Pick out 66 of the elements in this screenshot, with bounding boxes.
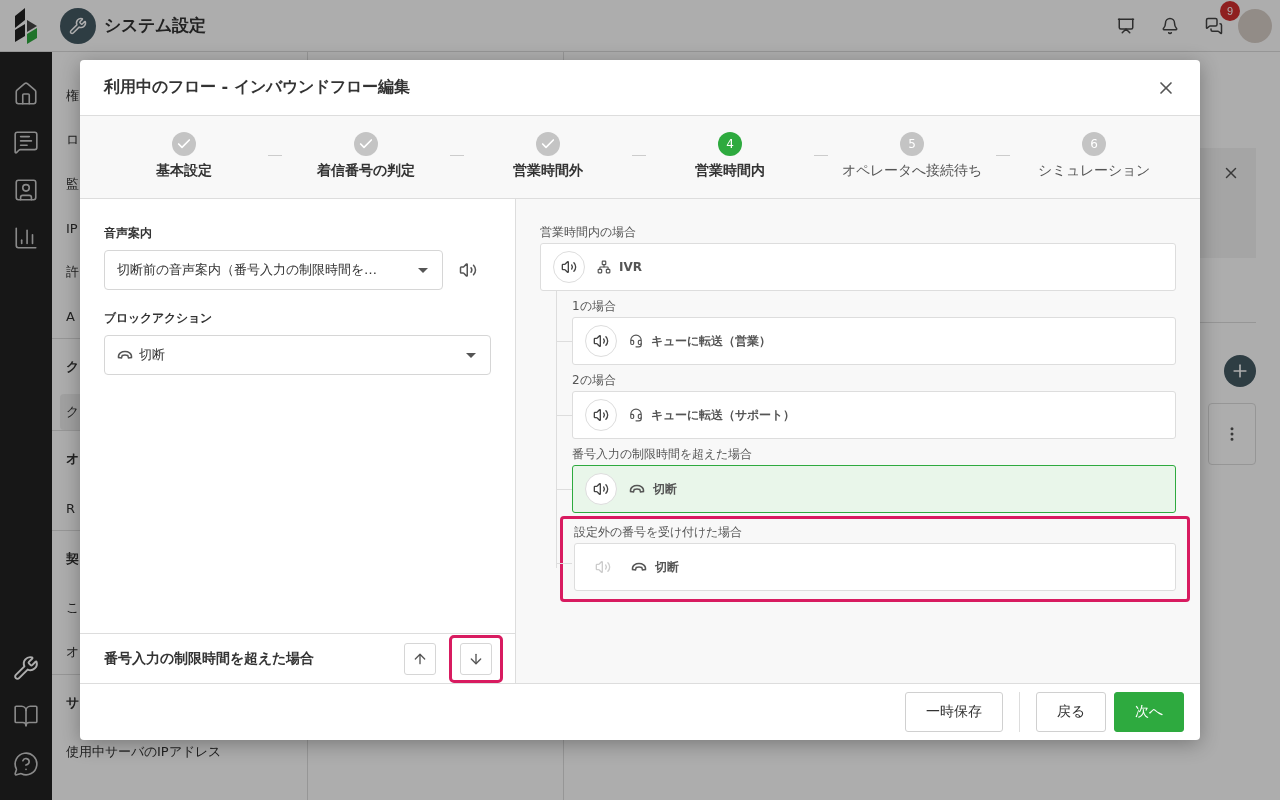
flow-card[interactable]: IVR xyxy=(540,243,1176,291)
receiver-icon xyxy=(629,484,645,494)
headset-icon xyxy=(629,408,643,422)
footer-button[interactable]: 戻る xyxy=(1036,692,1106,732)
action-text: キューに転送（サポート） xyxy=(651,406,795,424)
wrench-icon xyxy=(13,655,39,681)
move-up-button[interactable] xyxy=(404,642,436,675)
count-badge: 9 xyxy=(1220,0,1240,21)
receiver-icon xyxy=(117,350,133,360)
action-text: キューに転送（営業） xyxy=(651,332,771,350)
flow-card[interactable]: キューに転送（営業） xyxy=(572,317,1176,365)
flow-card[interactable]: 切断 xyxy=(572,465,1176,513)
add-button[interactable] xyxy=(1224,355,1256,387)
step-indicator: 5 xyxy=(900,132,924,156)
voice-guidance-select[interactable]: 切断前の音声案内（番号入力の制限時間を… xyxy=(104,250,443,290)
message-icon xyxy=(13,129,39,155)
speaker-icon xyxy=(561,259,577,275)
flow-card[interactable]: キューに転送（サポート） xyxy=(572,391,1176,439)
speaker-icon xyxy=(593,407,609,423)
condition-label: 設定外の番号を受け付けた場合 xyxy=(574,523,743,541)
chat-bubbles-icon xyxy=(1205,16,1223,35)
speaker-button[interactable] xyxy=(459,261,477,279)
dialog-title: 利用中のフロー - インバウンドフロー編集 xyxy=(104,77,411,98)
field-label: ブロックアクション xyxy=(104,310,213,327)
step-label[interactable]: シミュレーション xyxy=(1038,162,1150,180)
headset-icon xyxy=(629,334,643,348)
chart-icon xyxy=(13,225,39,251)
page-title: システム設定 xyxy=(104,14,207,37)
contact-card-icon xyxy=(13,177,39,203)
home-icon xyxy=(13,81,39,107)
speaker-icon xyxy=(595,559,611,575)
condition-label: 番号入力の制限時間を超えた場合 xyxy=(572,445,753,463)
speaker-button[interactable] xyxy=(585,399,617,431)
speaker-icon xyxy=(459,261,477,279)
action-text: IVR xyxy=(619,260,642,274)
speaker-button[interactable] xyxy=(585,473,617,505)
block-action-select[interactable]: 切断 xyxy=(104,335,491,375)
condition-label: 2の場合 xyxy=(572,371,617,389)
step-label[interactable]: オペレータへ接続待ち xyxy=(842,162,982,180)
step-label[interactable]: 営業時間内 xyxy=(695,162,765,180)
field-label: 音声案内 xyxy=(104,225,153,242)
flow-card[interactable]: 切断 xyxy=(574,543,1176,591)
speaker-icon xyxy=(593,481,609,497)
bell-icon xyxy=(1161,16,1179,35)
condition-label: 1の場合 xyxy=(572,297,617,315)
book-icon xyxy=(13,703,39,729)
step-indicator: 6 xyxy=(1082,132,1106,156)
step-label[interactable]: 基本設定 xyxy=(156,162,212,180)
action-text: 切断 xyxy=(653,480,677,498)
condition-label: 営業時間内の場合 xyxy=(540,223,637,241)
step-label[interactable]: 営業時間外 xyxy=(513,162,583,180)
speaker-icon xyxy=(593,333,609,349)
step-indicator: 4 xyxy=(718,132,742,156)
footer-button[interactable]: 一時保存 xyxy=(905,692,1003,732)
move-down-button[interactable] xyxy=(460,642,492,675)
speaker-button[interactable] xyxy=(553,251,585,283)
branch-diagram-icon xyxy=(597,260,611,274)
help-icon xyxy=(13,751,39,777)
receiver-icon xyxy=(631,562,647,572)
board-icon xyxy=(1117,16,1135,35)
action-text: 切断 xyxy=(655,558,679,576)
speaker-button[interactable] xyxy=(585,325,617,357)
step-label[interactable]: 着信番号の判定 xyxy=(317,162,415,180)
selected-branch-label: 番号入力の制限時間を超えた場合 xyxy=(104,649,315,668)
logo-icon xyxy=(15,7,37,44)
wrench-icon xyxy=(69,16,87,35)
